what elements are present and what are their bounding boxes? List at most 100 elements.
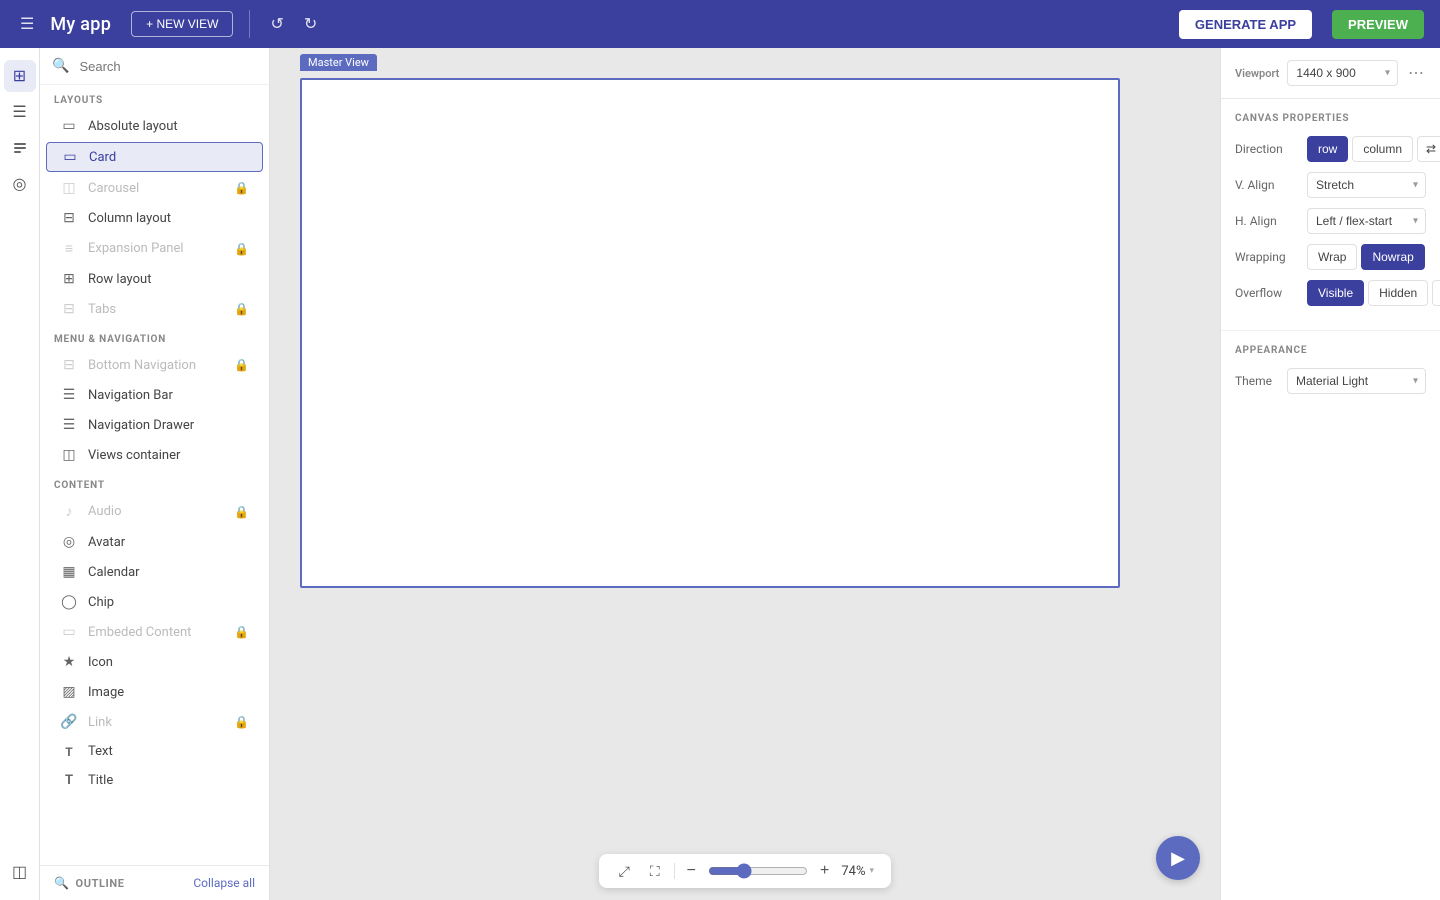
row-layout-label: Row layout <box>88 272 249 287</box>
search-bar: 🔍 <box>40 48 269 85</box>
search-input[interactable] <box>75 59 257 74</box>
canvas-area: Master View ⤢ ⛶ − + 74% ▾ ▶ <box>270 48 1220 900</box>
h-align-select-wrapper: Left / flex-start Center Right / flex-en… <box>1307 208 1426 234</box>
link-lock-icon: 🔒 <box>234 715 249 729</box>
component-avatar[interactable]: ◎ Avatar <box>46 528 263 556</box>
wrap-button[interactable]: Wrap <box>1307 244 1357 270</box>
theme-select-wrapper: Material Light Material Dark iOS ▾ <box>1287 368 1426 394</box>
component-embedded-content: ▭ Embeded Content 🔒 <box>46 618 263 646</box>
undo-button[interactable]: ↺ <box>266 10 287 38</box>
zoom-controls: ⤢ ⛶ − + 74% ▾ <box>599 854 892 888</box>
component-image[interactable]: ▨ Image <box>46 678 263 706</box>
direction-buttons: row column ⇄ <box>1307 136 1440 162</box>
zoom-in-button[interactable]: + <box>816 860 833 882</box>
calendar-icon: ▦ <box>60 564 78 580</box>
component-navigation-bar[interactable]: ☰ Navigation Bar <box>46 381 263 409</box>
link-icon: 🔗 <box>60 714 78 730</box>
overflow-hidden-button[interactable]: Hidden <box>1368 280 1428 306</box>
master-view-canvas[interactable] <box>300 78 1120 588</box>
zoom-expand-button[interactable]: ⤢ <box>613 861 636 882</box>
calendar-label: Calendar <box>88 565 249 580</box>
topbar-divider <box>249 10 250 38</box>
carousel-lock-icon: 🔒 <box>234 181 249 195</box>
component-calendar[interactable]: ▦ Calendar <box>46 558 263 586</box>
card-label: Card <box>89 150 248 165</box>
appearance-section: APPEARANCE Theme Material Light Material… <box>1221 331 1440 408</box>
expansion-panel-lock-icon: 🔒 <box>234 242 249 256</box>
app-title: My app <box>50 14 111 35</box>
h-align-row: H. Align Left / flex-start Center Right … <box>1235 208 1426 234</box>
wrapping-buttons: Wrap Nowrap <box>1307 244 1425 270</box>
topbar: ☰ My app + NEW VIEW ↺ ↻ GENERATE APP PRE… <box>0 0 1440 48</box>
component-icon[interactable]: ★ Icon <box>46 648 263 676</box>
preview-button[interactable]: PREVIEW <box>1332 10 1424 39</box>
icon-label: Icon <box>88 655 249 670</box>
canvas-inner: Master View <box>270 48 1220 842</box>
generate-app-button[interactable]: GENERATE APP <box>1179 10 1312 39</box>
h-align-select[interactable]: Left / flex-start Center Right / flex-en… <box>1307 208 1426 234</box>
absolute-layout-label: Absolute layout <box>88 119 249 134</box>
icon-bar-bottom: ◫ <box>4 856 36 888</box>
new-view-button[interactable]: + NEW VIEW <box>131 11 233 37</box>
theme-select[interactable]: Material Light Material Dark iOS <box>1287 368 1426 394</box>
direction-swap-button[interactable]: ⇄ <box>1417 136 1440 162</box>
play-button[interactable]: ▶ <box>1156 836 1200 880</box>
overflow-visible-button[interactable]: Visible <box>1307 280 1364 306</box>
redo-button[interactable]: ↻ <box>300 10 321 38</box>
embedded-content-label: Embeded Content <box>88 625 224 640</box>
zoom-slider[interactable] <box>708 863 808 879</box>
viewport-select-wrapper: 1440 x 900 1280 x 800 1920 x 1080 ▾ <box>1287 60 1398 86</box>
title-icon: T <box>60 773 78 788</box>
avatar-label: Avatar <box>88 535 249 550</box>
image-icon: ▨ <box>60 684 78 700</box>
search-icon: 🔍 <box>52 58 69 74</box>
expansion-panel-label: Expansion Panel <box>88 241 224 256</box>
component-bottom-navigation: ⊟ Bottom Navigation 🔒 <box>46 351 263 379</box>
data-icon[interactable] <box>4 132 36 164</box>
master-view-label: Master View <box>300 54 377 71</box>
component-views-container[interactable]: ◫ Views container <box>46 441 263 469</box>
component-text[interactable]: T Text <box>46 738 263 765</box>
direction-column-button[interactable]: column <box>1352 136 1413 162</box>
component-card[interactable]: ▭ Card <box>46 142 263 172</box>
viewport-more-button[interactable]: ⋯ <box>1406 61 1426 85</box>
zoom-fullscreen-button[interactable]: ⛶ <box>644 861 666 882</box>
v-align-label: V. Align <box>1235 178 1307 192</box>
direction-row-button[interactable]: row <box>1307 136 1348 162</box>
theme-icon[interactable]: ◎ <box>4 168 36 200</box>
expansion-panel-icon: ≡ <box>60 240 78 257</box>
carousel-icon: ◫ <box>60 180 78 196</box>
zoom-out-button[interactable]: − <box>683 860 700 882</box>
theme-row: Theme Material Light Material Dark iOS ▾ <box>1235 368 1426 394</box>
viewport-row: Viewport 1440 x 900 1280 x 800 1920 x 10… <box>1221 48 1440 99</box>
collapse-all-link[interactable]: Collapse all <box>193 876 255 890</box>
overflow-auto-button[interactable]: Auto <box>1432 280 1440 306</box>
menu-icon[interactable]: ☰ <box>16 10 38 38</box>
layers-icon[interactable]: ☰ <box>4 96 36 128</box>
outline-label: 🔍 OUTLINE <box>54 876 125 890</box>
v-align-select-wrapper: Stretch Start Center End ▾ <box>1307 172 1426 198</box>
h-align-label: H. Align <box>1235 214 1307 228</box>
component-navigation-drawer[interactable]: ☰ Navigation Drawer <box>46 411 263 439</box>
carousel-label: Carousel <box>88 181 224 196</box>
component-absolute-layout[interactable]: ▭ Absolute layout <box>46 112 263 140</box>
component-column-layout[interactable]: ⊟ Column layout <box>46 204 263 232</box>
main-content: ⊞ ☰ ◎ ◫ 🔍 LAYOUTS ▭ Absolute layout ▭ Ca… <box>0 48 1440 900</box>
component-title[interactable]: T Title <box>46 767 263 794</box>
component-chip[interactable]: ◯ Chip <box>46 588 263 616</box>
v-align-select[interactable]: Stretch Start Center End <box>1307 172 1426 198</box>
icon-icon: ★ <box>60 654 78 670</box>
embedded-content-icon: ▭ <box>60 624 78 640</box>
chip-label: Chip <box>88 595 249 610</box>
layers-bottom-icon[interactable]: ◫ <box>4 856 36 888</box>
component-tabs: ⊟ Tabs 🔒 <box>46 295 263 323</box>
layouts-section-header: LAYOUTS <box>40 85 269 111</box>
components-icon[interactable]: ⊞ <box>4 60 36 92</box>
components-panel: 🔍 LAYOUTS ▭ Absolute layout ▭ Card ◫ Car… <box>40 48 270 900</box>
nowrap-button[interactable]: Nowrap <box>1361 244 1424 270</box>
navigation-drawer-label: Navigation Drawer <box>88 418 249 433</box>
avatar-icon: ◎ <box>60 534 78 550</box>
text-label: Text <box>88 744 249 759</box>
component-row-layout[interactable]: ⊞ Row layout <box>46 265 263 293</box>
viewport-select[interactable]: 1440 x 900 1280 x 800 1920 x 1080 <box>1287 60 1398 86</box>
